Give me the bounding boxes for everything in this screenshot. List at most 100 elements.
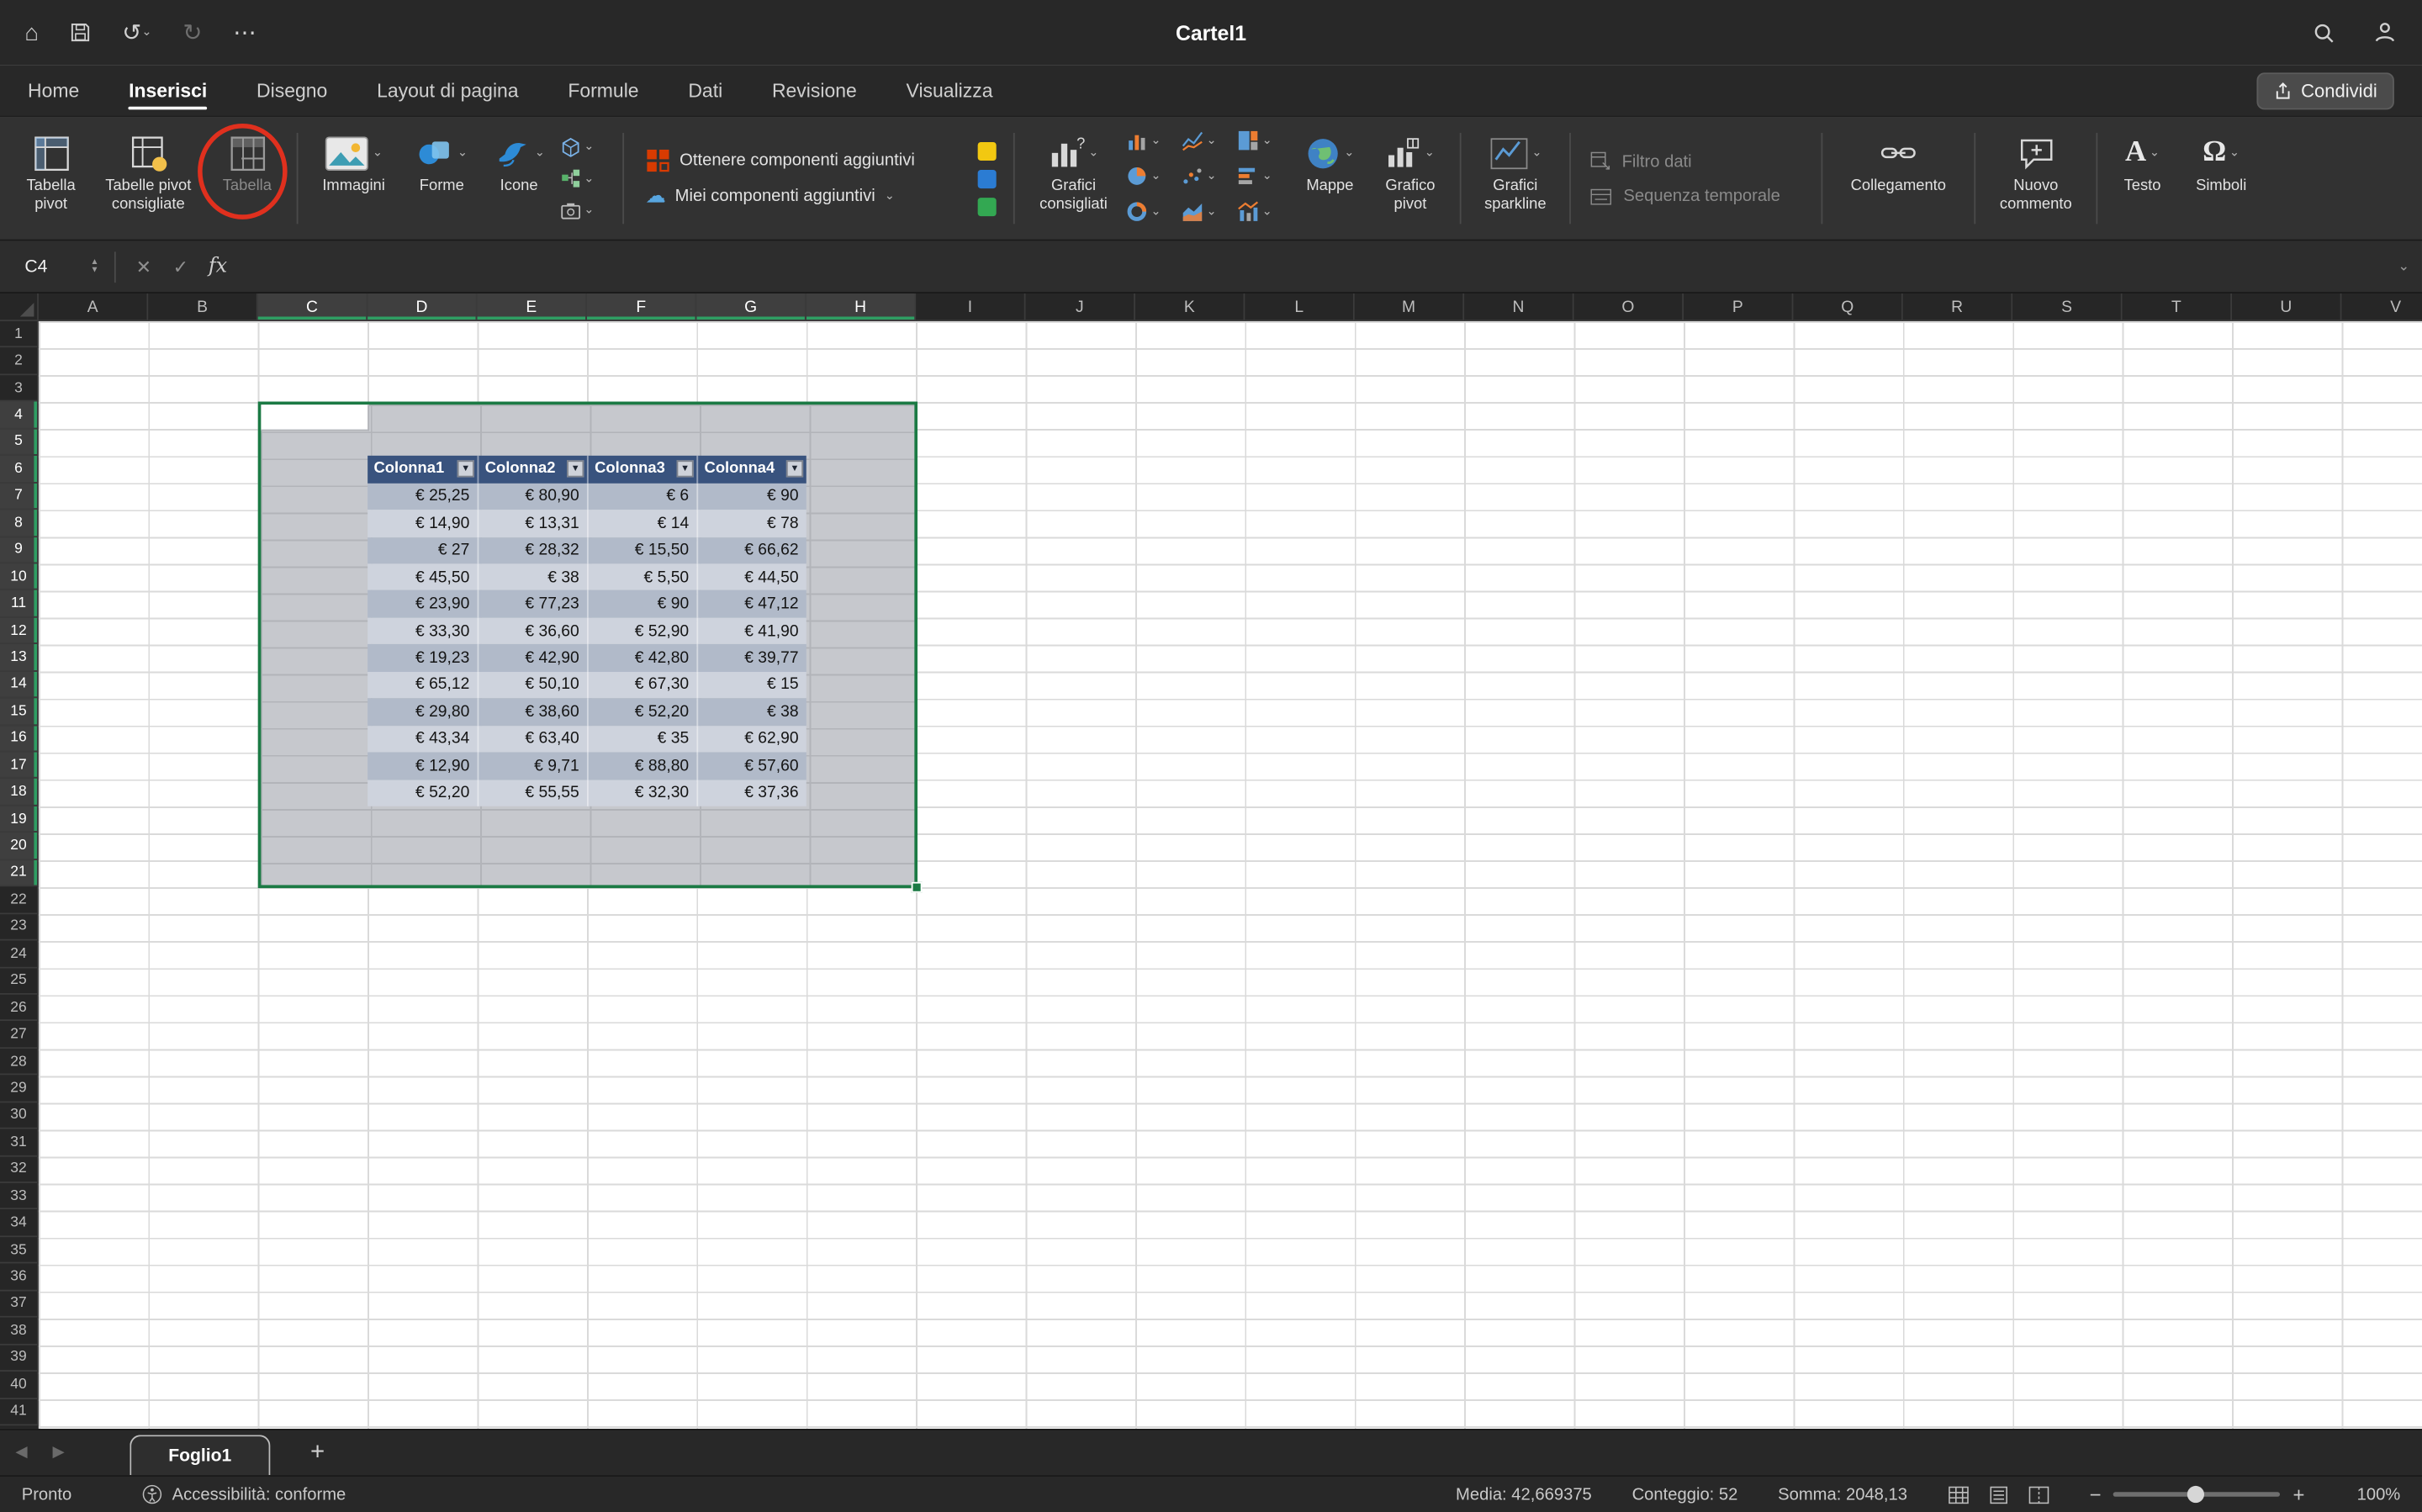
ribbon-tab-inserisci[interactable]: Inserisci — [129, 65, 207, 116]
row-header-34[interactable]: 34 — [0, 1210, 39, 1237]
column-header-E[interactable]: E — [478, 293, 587, 321]
fill-handle[interactable] — [912, 882, 923, 893]
addin-shortcut-1-icon[interactable] — [978, 141, 997, 160]
name-box-spinner[interactable]: ▲▼ — [91, 259, 99, 274]
chart-type-donut-button[interactable]: ⌄ — [1126, 196, 1178, 227]
filter-dropdown-button[interactable]: ▼ — [786, 461, 803, 478]
table-cell[interactable]: € 88,80 — [587, 753, 696, 780]
table-cell[interactable]: € 67,30 — [587, 672, 696, 699]
table-cell[interactable]: € 13,31 — [478, 510, 587, 537]
table-cell[interactable]: € 27 — [368, 537, 477, 563]
chart-type-area-button[interactable]: ⌄ — [1182, 196, 1234, 227]
table-cell[interactable]: € 90 — [587, 590, 696, 617]
column-header-J[interactable]: J — [1026, 293, 1135, 321]
table-cell[interactable]: € 65,12 — [368, 672, 477, 699]
table-cell[interactable]: € 62,90 — [696, 726, 806, 753]
table-header-cell[interactable]: Colonna2▼ — [478, 456, 587, 483]
symbols-button[interactable]: Ω⌄ Simboli — [2181, 124, 2261, 233]
table-cell[interactable]: € 39,77 — [696, 644, 806, 671]
row-header-13[interactable]: 13 — [0, 644, 39, 671]
row-header-30[interactable]: 30 — [0, 1102, 39, 1129]
row-header-21[interactable]: 21 — [0, 860, 39, 887]
link-button[interactable]: Collegamento — [1832, 124, 1965, 233]
name-box[interactable]: C4 ▲▼ — [9, 257, 105, 276]
add-sheet-button[interactable]: + — [310, 1439, 325, 1467]
column-header-I[interactable]: I — [916, 293, 1025, 321]
table-cell[interactable]: € 23,90 — [368, 590, 477, 617]
addin-shortcut-3-icon[interactable] — [978, 197, 997, 215]
sparklines-button[interactable]: ⌄ Grafici sparkline — [1471, 124, 1561, 233]
row-header-25[interactable]: 25 — [0, 968, 39, 995]
zoom-out-button[interactable]: − — [2090, 1483, 2102, 1506]
column-header-N[interactable]: N — [1464, 293, 1573, 321]
text-button[interactable]: A⌄ Testo — [2107, 124, 2177, 233]
table-cell[interactable]: € 14 — [587, 510, 696, 537]
table-cell[interactable]: € 66,62 — [696, 537, 806, 563]
column-header-A[interactable]: A — [39, 293, 148, 321]
table-cell[interactable]: € 15 — [696, 672, 806, 699]
table-cell[interactable]: € 9,71 — [478, 753, 587, 780]
sheet-nav-left-icon[interactable]: ◀ — [15, 1444, 52, 1461]
row-header-27[interactable]: 27 — [0, 1022, 39, 1049]
column-header-L[interactable]: L — [1245, 293, 1354, 321]
column-header-O[interactable]: O — [1574, 293, 1684, 321]
row-header-29[interactable]: 29 — [0, 1076, 39, 1102]
new-comment-button[interactable]: Nuovo commento — [1985, 124, 2086, 233]
column-header-T[interactable]: T — [2123, 293, 2232, 321]
timeline-button[interactable]: Sequenza temporale — [1589, 187, 1802, 205]
page-layout-view-icon[interactable] — [1988, 1485, 2010, 1504]
row-header-26[interactable]: 26 — [0, 995, 39, 1022]
table-cell[interactable]: € 28,32 — [478, 537, 587, 563]
row-header-6[interactable]: 6 — [0, 456, 39, 483]
zoom-in-button[interactable]: + — [2292, 1483, 2304, 1506]
chart-type-pie-button[interactable]: ⌄ — [1126, 161, 1178, 192]
table-cell[interactable]: € 38 — [478, 563, 587, 590]
ribbon-tab-home[interactable]: Home — [28, 65, 79, 116]
table-cell[interactable]: € 38 — [696, 699, 806, 726]
row-header-31[interactable]: 31 — [0, 1129, 39, 1156]
column-header-P[interactable]: P — [1684, 293, 1793, 321]
row-header-41[interactable]: 41 — [0, 1398, 39, 1425]
ribbon-tab-revisione[interactable]: Revisione — [772, 65, 857, 116]
ribbon-tab-dati[interactable]: Dati — [688, 65, 722, 116]
table-cell[interactable]: € 90 — [696, 483, 806, 510]
column-header-F[interactable]: F — [587, 293, 696, 321]
save-icon[interactable] — [70, 22, 92, 44]
pictures-button[interactable]: ⌄ Immagini — [308, 124, 400, 233]
table-cell[interactable]: € 78 — [696, 510, 806, 537]
addin-shortcut-2-icon[interactable] — [978, 169, 997, 188]
table-cell[interactable]: € 19,23 — [368, 644, 477, 671]
row-header-1[interactable]: 1 — [0, 321, 39, 348]
row-header-7[interactable]: 7 — [0, 483, 39, 510]
undo-button[interactable]: ↺⌄ — [122, 21, 151, 45]
normal-view-icon[interactable] — [1948, 1485, 1970, 1504]
table-cell[interactable]: € 57,60 — [696, 753, 806, 780]
table-cell[interactable]: € 43,34 — [368, 726, 477, 753]
table-cell[interactable]: € 15,50 — [587, 537, 696, 563]
column-header-U[interactable]: U — [2232, 293, 2341, 321]
get-addins-button[interactable]: Ottenere componenti aggiuntivi — [646, 148, 958, 172]
chart-type-hierarchy-button[interactable]: ⌄ — [1237, 125, 1289, 156]
table-cell[interactable]: € 77,23 — [478, 590, 587, 617]
row-header-33[interactable]: 33 — [0, 1183, 39, 1210]
row-header-4[interactable]: 4 — [0, 402, 39, 429]
table-cell[interactable]: € 52,20 — [368, 780, 477, 806]
slicer-button[interactable]: Filtro dati — [1589, 151, 1802, 172]
more-commands-icon[interactable]: ⋯ — [233, 21, 256, 45]
row-header-36[interactable]: 36 — [0, 1264, 39, 1291]
row-header-37[interactable]: 37 — [0, 1291, 39, 1318]
zoom-slider[interactable] — [2113, 1492, 2280, 1497]
table-cell[interactable]: € 12,90 — [368, 753, 477, 780]
table-button[interactable]: Tabella — [207, 124, 288, 233]
table-cell[interactable]: € 52,20 — [587, 699, 696, 726]
row-header-19[interactable]: 19 — [0, 806, 39, 833]
confirm-button[interactable]: ✓ — [162, 256, 199, 278]
ribbon-tab-visualizza[interactable]: Visualizza — [907, 65, 993, 116]
filter-dropdown-button[interactable]: ▼ — [676, 461, 693, 478]
table-cell[interactable]: € 80,90 — [478, 483, 587, 510]
icons-button[interactable]: ⌄ Icone — [484, 124, 554, 233]
zoom-percentage[interactable]: 100% — [2345, 1485, 2400, 1504]
column-header-Q[interactable]: Q — [1793, 293, 1902, 321]
my-addins-button[interactable]: ☁ Miei componenti aggiuntivi ⌄ — [646, 184, 958, 209]
row-header-32[interactable]: 32 — [0, 1156, 39, 1183]
